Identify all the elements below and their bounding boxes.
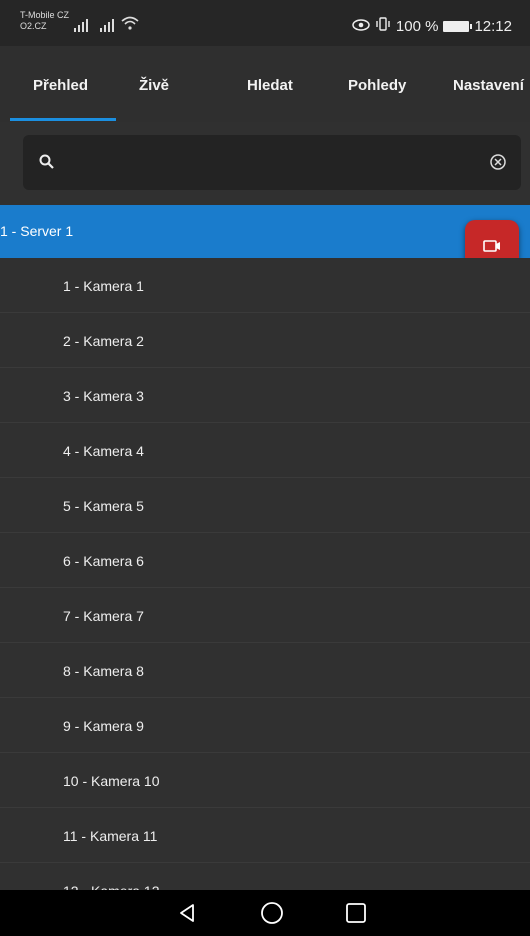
- back-button[interactable]: [174, 900, 200, 926]
- camera-label: 5 - Kamera 5: [63, 498, 144, 514]
- camera-list: 1 - Kamera 1 2 - Kamera 2 3 - Kamera 3 4…: [0, 258, 530, 918]
- tab-nastaveni[interactable]: Nastavení: [453, 77, 524, 94]
- tab-pohledy[interactable]: Pohledy: [348, 77, 406, 94]
- tab-prehled[interactable]: Přehled: [33, 77, 88, 94]
- battery-percent: 100 %: [395, 17, 439, 35]
- camera-label: 8 - Kamera 8: [63, 663, 144, 679]
- list-item[interactable]: 9 - Kamera 9: [0, 698, 530, 753]
- clear-icon[interactable]: [489, 153, 507, 171]
- list-item[interactable]: 5 - Kamera 5: [0, 478, 530, 533]
- camera-label: 10 - Kamera 10: [63, 773, 160, 789]
- search-icon: [38, 153, 56, 171]
- camera-label: 2 - Kamera 2: [63, 333, 144, 349]
- list-item[interactable]: 2 - Kamera 2: [0, 313, 530, 368]
- list-item[interactable]: 8 - Kamera 8: [0, 643, 530, 698]
- status-bar: T-Mobile CZ O2.CZ 100 % 12:12: [0, 0, 530, 46]
- system-nav-bar: [0, 890, 530, 936]
- server-row[interactable]: 1 - Server 1: [0, 205, 530, 258]
- carrier-2: O2.CZ: [20, 21, 47, 31]
- list-item[interactable]: 4 - Kamera 4: [0, 423, 530, 478]
- list-item[interactable]: 10 - Kamera 10: [0, 753, 530, 808]
- signal-icon: [74, 18, 88, 32]
- home-icon: [261, 902, 283, 924]
- list-item[interactable]: 1 - Kamera 1: [0, 258, 530, 313]
- server-label: 1 - Server 1: [0, 223, 74, 239]
- camera-label: 9 - Kamera 9: [63, 718, 144, 734]
- camera-label: 6 - Kamera 6: [63, 553, 144, 569]
- back-icon: [180, 904, 194, 922]
- search-input[interactable]: [73, 145, 473, 180]
- tab-zive[interactable]: Živě: [139, 77, 169, 94]
- signal-icon-2: [100, 18, 114, 32]
- camera-label: 3 - Kamera 3: [63, 388, 144, 404]
- battery-icon: [443, 20, 473, 32]
- active-tab-indicator: [10, 118, 116, 121]
- recents-button[interactable]: [343, 900, 369, 926]
- list-item[interactable]: 7 - Kamera 7: [0, 588, 530, 643]
- camera-label: 7 - Kamera 7: [63, 608, 144, 624]
- eye-icon: [352, 18, 370, 35]
- list-item[interactable]: 3 - Kamera 3: [0, 368, 530, 423]
- tab-bar: Přehled Živě Hledat Pohledy Nastavení: [0, 46, 530, 122]
- carrier-1: T-Mobile CZ: [20, 10, 70, 20]
- search-bar: [23, 135, 521, 190]
- list-item[interactable]: 6 - Kamera 6: [0, 533, 530, 588]
- home-button[interactable]: [259, 900, 285, 926]
- camera-label: 1 - Kamera 1: [63, 278, 144, 294]
- recents-icon: [346, 903, 366, 923]
- wifi-icon: [121, 16, 139, 35]
- video-camera-icon: [483, 240, 500, 252]
- carrier-names: T-Mobile CZ O2.CZ: [20, 10, 69, 32]
- list-item[interactable]: 11 - Kamera 11: [0, 808, 530, 863]
- clock: 12:12: [474, 17, 512, 35]
- camera-label: 4 - Kamera 4: [63, 443, 144, 459]
- tab-hledat[interactable]: Hledat: [247, 77, 293, 94]
- camera-label: 11 - Kamera 11: [63, 828, 158, 844]
- status-right: 100 % 12:12: [352, 17, 512, 35]
- vibrate-icon: [375, 17, 391, 35]
